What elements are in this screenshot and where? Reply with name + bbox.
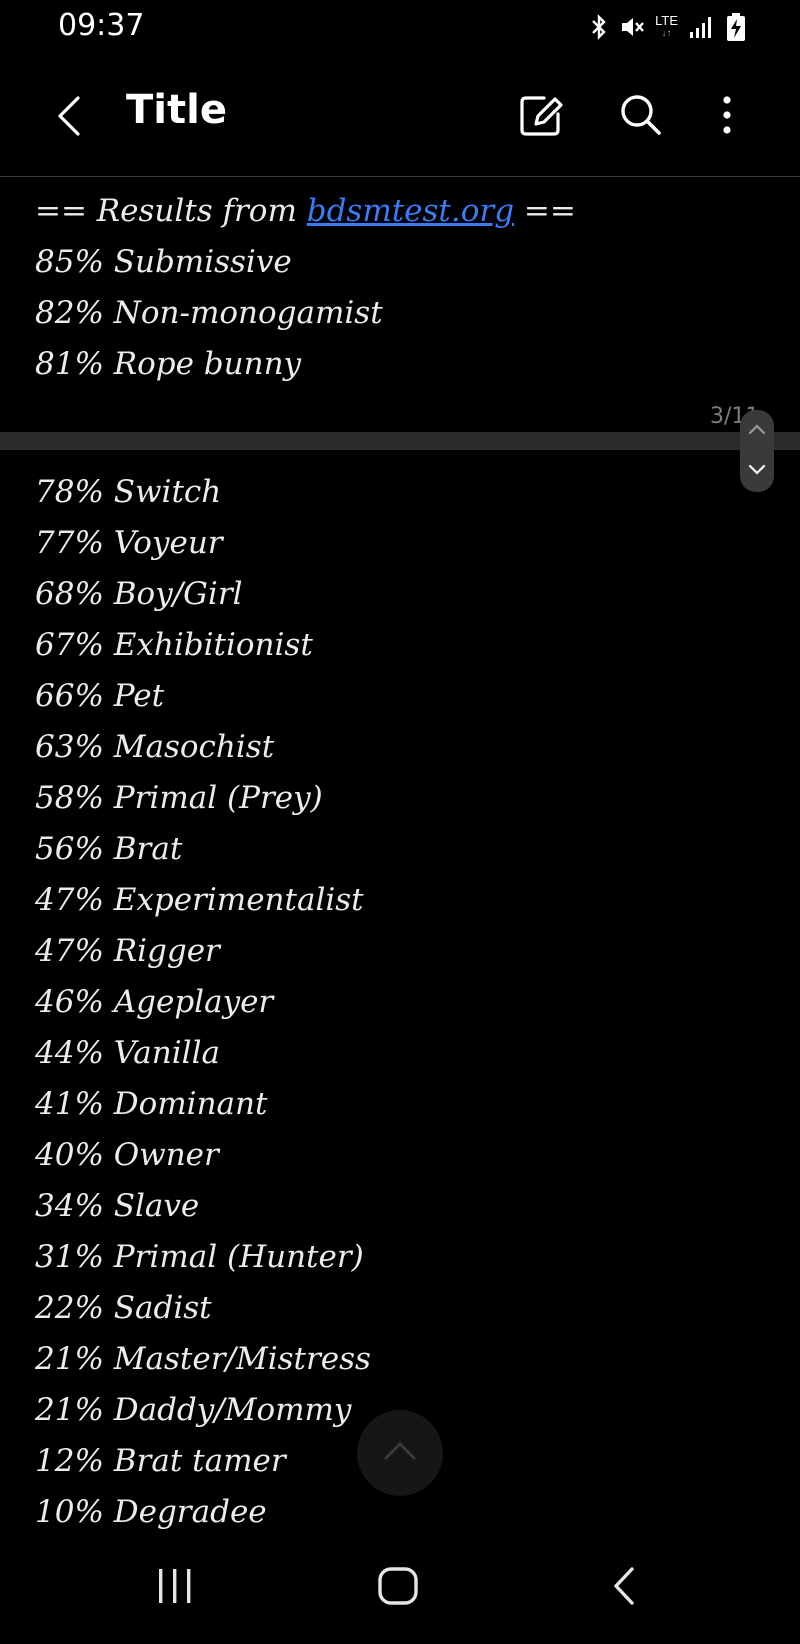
chevron-up-icon (747, 421, 767, 440)
result-line: 82% Non-monogamist (35, 295, 383, 331)
result-line: 44% Vanilla (35, 1035, 220, 1071)
system-navigation-bar (0, 1530, 800, 1644)
result-line: 47% Experimentalist (35, 882, 364, 918)
home-button[interactable] (368, 1560, 428, 1616)
result-line: 46% Ageplayer (35, 984, 274, 1020)
chevron-down-icon (747, 462, 767, 481)
app-bar: Title (0, 60, 800, 176)
result-line: 34% Slave (35, 1188, 200, 1224)
result-line: 41% Dominant (35, 1086, 268, 1122)
result-line: 10% Degradee (35, 1494, 267, 1530)
signal-icon (688, 13, 716, 41)
result-line: 47% Rigger (35, 933, 220, 969)
recents-button[interactable] (145, 1560, 205, 1616)
app-bar-divider (0, 176, 800, 177)
result-line: 66% Pet (35, 678, 165, 714)
result-line: 67% Exhibitionist (35, 627, 313, 663)
page-navigation (740, 410, 774, 492)
result-line: 63% Masochist (35, 729, 275, 765)
result-line: 85% Submissive (35, 244, 292, 280)
result-line: 12% Brat tamer (35, 1443, 286, 1479)
back-icon (604, 1564, 644, 1612)
more-options-button[interactable] (702, 88, 752, 142)
previous-page-button[interactable] (740, 410, 774, 451)
recents-icon (155, 1566, 195, 1610)
edit-icon (514, 96, 568, 146)
mute-icon (619, 13, 645, 41)
lte-label: LTE (655, 13, 678, 28)
result-line: 58% Primal (Prey) (35, 780, 323, 816)
battery-charging-icon (726, 12, 746, 42)
next-page-button[interactable] (740, 451, 774, 492)
lte-icon: LTE ↓↑ (655, 13, 678, 39)
note-header: == Results from bdsmtest.org == (35, 193, 576, 229)
result-line: 40% Owner (35, 1137, 219, 1173)
home-icon (376, 1564, 420, 1612)
status-bar: 09:37 LTE ↓↑ (0, 0, 800, 60)
result-line: 22% Sadist (35, 1290, 212, 1326)
edit-button[interactable] (514, 88, 568, 142)
result-line: 21% Master/Mistress (35, 1341, 371, 1377)
result-line: 31% Primal (Hunter) (35, 1239, 364, 1275)
result-line: 56% Brat (35, 831, 183, 867)
bluetooth-icon (589, 13, 609, 41)
search-icon (614, 95, 668, 146)
result-line: 21% Daddy/Mommy (35, 1392, 352, 1428)
back-arrow-icon (46, 96, 96, 148)
result-line: 78% Switch (35, 474, 222, 510)
page-break (0, 432, 800, 450)
search-button[interactable] (614, 88, 668, 142)
result-line: 77% Voyeur (35, 525, 223, 561)
result-line: 68% Boy/Girl (35, 576, 243, 612)
more-vert-icon (702, 96, 752, 146)
system-back-button[interactable] (594, 1560, 654, 1616)
bdsmtest-link[interactable]: bdsmtest.org (307, 193, 514, 229)
status-time: 09:37 (58, 8, 145, 43)
page-title[interactable]: Title (126, 87, 227, 133)
note-header-prefix: == Results from (35, 193, 307, 229)
result-line: 81% Rope bunny (35, 346, 302, 382)
chevron-up-icon (380, 1438, 420, 1468)
back-button[interactable] (46, 88, 96, 144)
scroll-to-top-button[interactable] (357, 1410, 443, 1496)
note-header-suffix: == (514, 193, 576, 229)
status-icons: LTE ↓↑ (589, 12, 746, 42)
